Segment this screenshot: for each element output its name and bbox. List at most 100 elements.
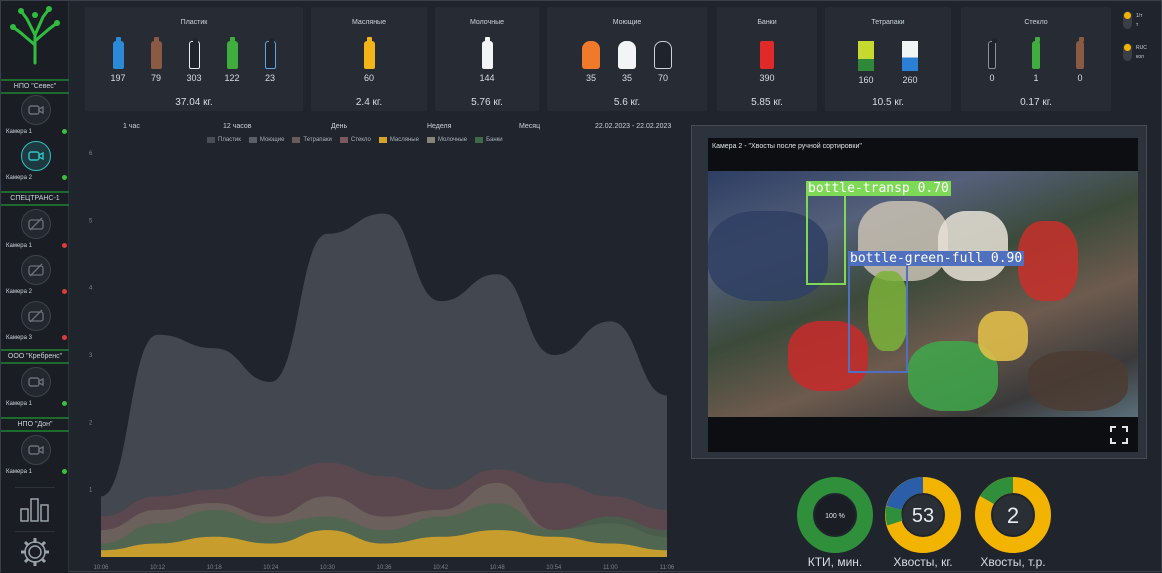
category-title: Молочные: [470, 19, 504, 26]
sidebar-group-label: СПЕЦТРАНС-1: [1, 191, 69, 206]
camera-label: Камера 1: [6, 243, 32, 249]
juice-carton-icon: [858, 41, 874, 71]
category-card-cans: Банки 390 5.85 кг.: [717, 7, 817, 111]
blue-bottle-icon: [112, 37, 124, 69]
category-title: Пластик: [180, 19, 208, 26]
item-count: 122: [224, 73, 240, 83]
clear-glass-bottle-icon: [988, 38, 997, 69]
tails-tr-donut: 2: [975, 476, 1051, 553]
category-weight: 5.85 кг.: [751, 97, 783, 108]
donut-value: 100 %: [825, 513, 845, 520]
camera-button-disabled[interactable]: [21, 301, 51, 331]
item-count: 260: [902, 75, 918, 85]
category-weight: 10.5 кг.: [872, 97, 904, 108]
clear-jug-icon: [654, 41, 672, 69]
can-icon: [760, 41, 774, 69]
donut-value: 53: [912, 505, 934, 527]
item-count: 0: [989, 73, 995, 83]
sidebar-group-label: НПО "Дон": [1, 417, 69, 432]
item-count: 35: [585, 73, 596, 83]
item-count: 390: [759, 73, 775, 83]
toggle-label: 1/т: [1136, 13, 1143, 19]
status-dot: [62, 335, 67, 340]
status-dot: [62, 469, 67, 474]
statistics-nav-button[interactable]: [15, 487, 55, 527]
camera-label: Камера 1: [6, 401, 32, 407]
fullscreen-icon[interactable]: [1110, 426, 1128, 444]
clear-bottle-icon: [188, 38, 200, 69]
item-count: 0: [1077, 73, 1083, 83]
mode-toggle[interactable]: [1123, 43, 1132, 61]
chart-panel: 1 час 12 часов День Неделя Месяц 22.02.2…: [77, 117, 677, 573]
green-bottle-icon: [226, 37, 238, 69]
status-dot: [62, 175, 67, 180]
settings-nav-button[interactable]: [15, 531, 55, 571]
category-title: Масляные: [352, 19, 386, 26]
y-tick-label: 3: [89, 353, 93, 359]
camera-button[interactable]: [21, 95, 51, 125]
camera-button-active[interactable]: [21, 141, 51, 171]
x-tick-label: 10:36: [376, 565, 392, 571]
sidebar: НПО "Севес" Камера 1 Камера 2 СПЕЦТРАНС-…: [1, 1, 69, 573]
oil-bottle-icon: [363, 37, 375, 69]
camera-button[interactable]: [21, 435, 51, 465]
camera-off-icon: [28, 263, 44, 277]
category-card-tetrapak: Тетрапаки 160 260 10.5 кг.: [825, 7, 951, 111]
detection-label: bottle-transp 0.70: [806, 181, 951, 196]
category-weight: 0.17 кг.: [1020, 97, 1052, 108]
brown-glass-bottle-icon: [1076, 37, 1084, 69]
category-title: Банки: [757, 19, 777, 26]
area-chart: 1 2 3 4 5 6 10:06 10:12 10:18 10:24 10:30 10:36 10:4…: [89, 151, 675, 571]
item-count: 160: [858, 75, 874, 85]
y-tick-label: 5: [89, 218, 93, 224]
y-tick-label: 1: [89, 488, 93, 494]
detection-label: bottle-green-full 0.90: [848, 251, 1025, 266]
x-tick-label: 10:18: [207, 565, 223, 571]
kti-donut: 100 %: [797, 477, 873, 553]
camera-button-disabled[interactable]: [21, 255, 51, 285]
status-dot: [62, 243, 67, 248]
detection-box: [806, 193, 846, 285]
item-count: 144: [479, 73, 495, 83]
white-jug-icon: [618, 41, 636, 69]
item-count: 60: [363, 73, 374, 83]
camera-feed: Камера 2 - "Хвосты после ручной сортиров…: [708, 138, 1138, 452]
x-tick-label: 11:06: [660, 565, 675, 571]
unit-toggles: 1/т т RUC кол: [1121, 7, 1151, 67]
donut-value: 2: [1007, 503, 1019, 528]
x-tick-label: 10:48: [490, 565, 506, 571]
item-count: 35: [621, 73, 632, 83]
x-tick-label: 10:24: [263, 565, 279, 571]
category-title: Стекло: [1024, 19, 1048, 26]
x-tick-label: 11:00: [603, 565, 618, 571]
camera-label: Камера 1: [6, 469, 32, 475]
camera-title: Камера 2 - "Хвосты после ручной сортиров…: [712, 143, 862, 150]
category-card-glass: Стекло 0 1 0 0.17 кг.: [961, 7, 1111, 111]
camera-label: Камера 3: [6, 335, 32, 341]
donut-label: КТИ, мин.: [807, 555, 863, 569]
toggle-label: RUC: [1136, 45, 1147, 51]
camera-button[interactable]: [21, 367, 51, 397]
category-title: Моющие: [612, 19, 642, 26]
category-card-oil: Масляные 60 2.4 кг.: [311, 7, 427, 111]
tails-kg-donut: 53: [885, 477, 961, 553]
light-blue-bottle-icon: [264, 38, 276, 69]
category-weight: 5.6 кг.: [613, 97, 641, 108]
sidebar-group-label: НПО "Севес": [1, 79, 69, 94]
status-dot: [62, 401, 67, 406]
item-count: 303: [186, 73, 202, 83]
x-tick-label: 10:42: [433, 565, 449, 571]
item-count: 197: [110, 73, 126, 83]
detection-box: [848, 263, 908, 373]
unit-toggle[interactable]: [1123, 11, 1132, 29]
video-camera-icon: [28, 445, 44, 455]
x-tick-label: 10:54: [546, 565, 562, 571]
category-card-detergent: Моющие 35 35 70 5.6 кг.: [547, 7, 707, 111]
x-tick-label: 10:06: [93, 565, 109, 571]
camera-button-disabled[interactable]: [21, 209, 51, 239]
category-card-plastic: Пластик 197 79 303 122 23 37.04 кг.: [85, 7, 303, 111]
toggle-label: т: [1136, 22, 1139, 28]
category-weight: 37.04 кг.: [175, 97, 213, 108]
camera-off-icon: [28, 217, 44, 231]
x-tick-label: 10:30: [320, 565, 336, 571]
